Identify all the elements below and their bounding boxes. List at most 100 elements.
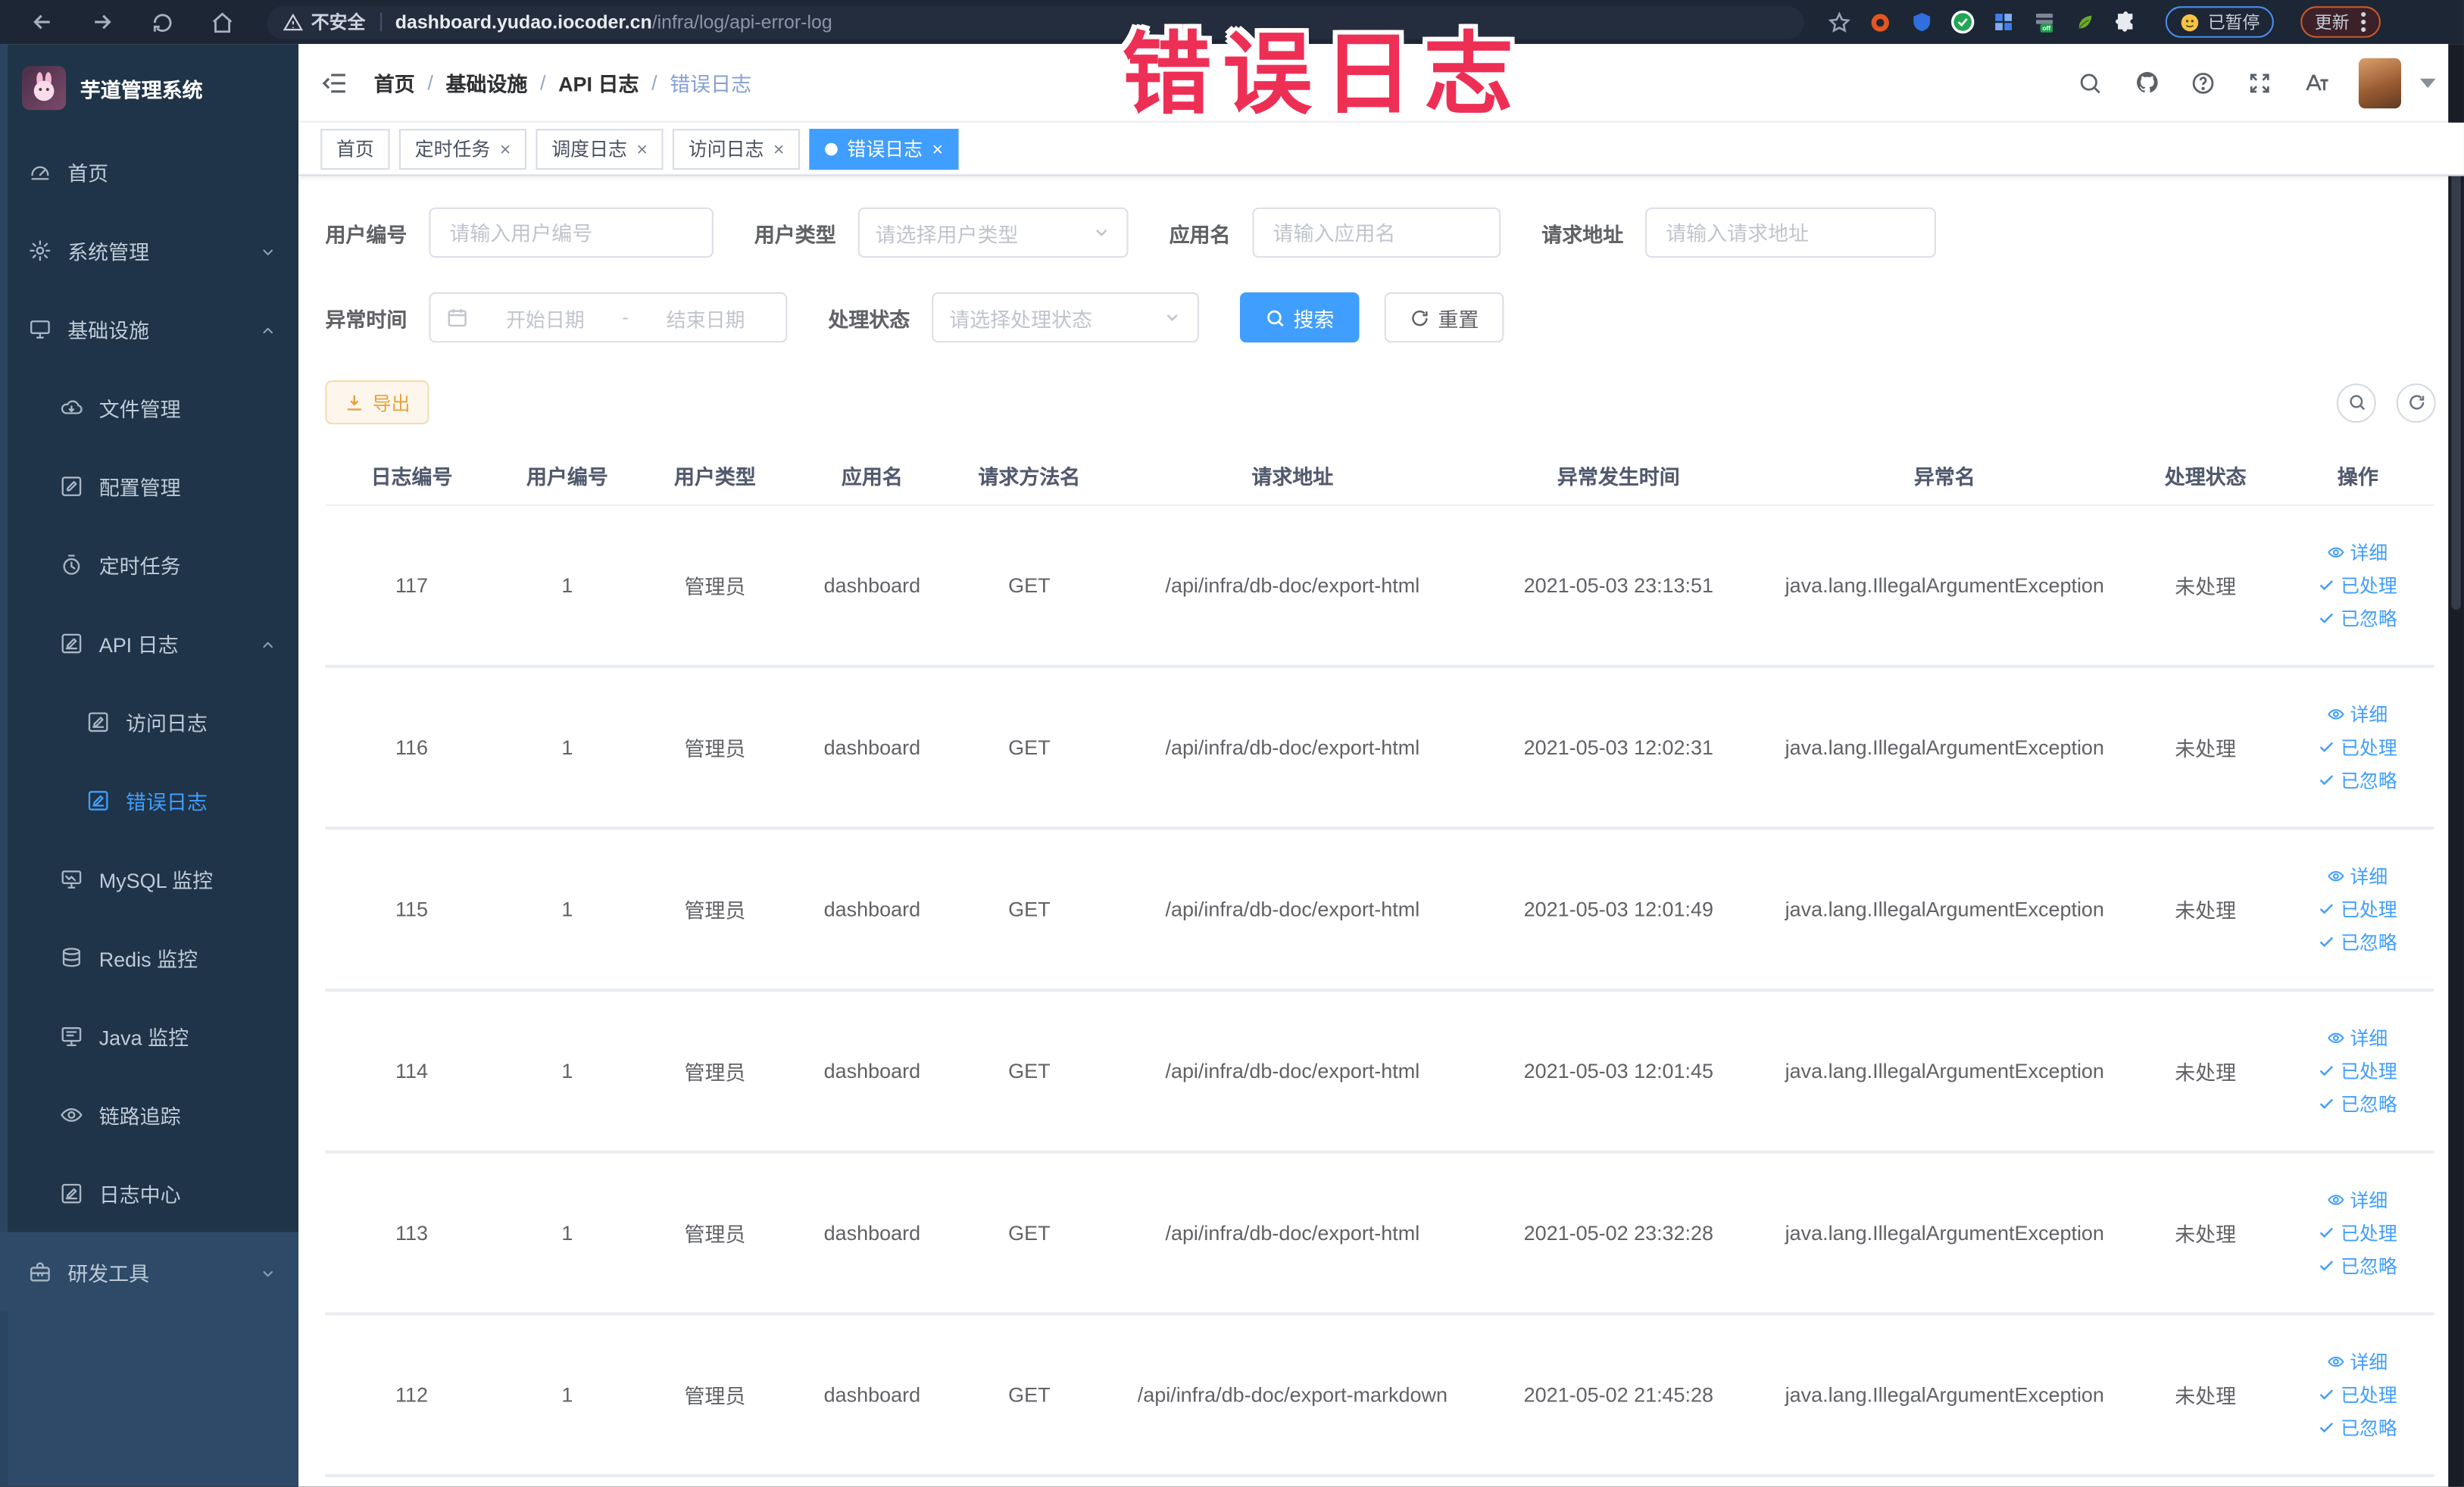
browser-update-button[interactable]: 更新 (2300, 6, 2381, 38)
avatar-caret-down-icon[interactable] (2419, 77, 2436, 88)
breadcrumb-api-log[interactable]: API 日志 (558, 67, 639, 97)
bookmark-star-icon[interactable] (1826, 8, 1853, 35)
kebab-menu-icon[interactable] (2360, 11, 2366, 33)
tab-home[interactable]: 首页 (320, 128, 390, 170)
action-processed-link[interactable]: 已处理 (2319, 1382, 2397, 1408)
tab-close-icon[interactable]: × (500, 139, 511, 158)
sidebar-item-redis[interactable]: Redis 监控 (0, 918, 298, 997)
toggle-search-button[interactable] (2336, 383, 2376, 423)
app-logo[interactable]: 芋道管理系统 (0, 44, 298, 132)
action-ignored-link[interactable]: 已忽略 (2319, 767, 2397, 793)
cell-userId: 1 (561, 735, 573, 760)
action-ignored-link[interactable]: 已忽略 (2319, 605, 2397, 632)
action-detail-link[interactable]: 详细 (2328, 1186, 2387, 1213)
action-detail-link[interactable]: 详细 (2328, 701, 2387, 727)
extension-ublock-icon[interactable] (1867, 8, 1894, 35)
github-icon[interactable] (2132, 68, 2160, 96)
action-processed-link[interactable]: 已处理 (2319, 734, 2397, 761)
action-detail-link[interactable]: 详细 (2328, 1025, 2387, 1051)
tab-close-icon[interactable]: × (636, 139, 648, 158)
sidebar-item-error-log[interactable]: 错误日志 (0, 761, 298, 839)
sidebar-item-access-log[interactable]: 访问日志 (0, 682, 298, 761)
search-button[interactable]: 搜索 (1239, 292, 1360, 343)
tab-job-log[interactable]: 调度日志 × (536, 128, 664, 170)
action-processed-link[interactable]: 已处理 (2319, 572, 2397, 598)
help-docs-icon[interactable] (2189, 68, 2217, 96)
action-detail-link[interactable]: 详细 (2328, 539, 2387, 566)
sidebar-item-config[interactable]: 配置管理 (0, 446, 298, 525)
browser-forward-icon[interactable] (85, 5, 120, 39)
sidebar-item-file[interactable]: 文件管理 (0, 367, 298, 446)
extension-shield-icon[interactable] (1908, 8, 1935, 35)
extension-grid-icon[interactable] (1989, 8, 2016, 35)
action-label: 已忽略 (2341, 1417, 2397, 1440)
action-ignored-link[interactable]: 已忽略 (2319, 1252, 2397, 1279)
app-name-input[interactable] (1252, 207, 1501, 258)
action-ignored-link[interactable]: 已忽略 (2319, 1414, 2397, 1441)
sidebar-item-log-center[interactable]: 日志中心 (0, 1154, 298, 1232)
font-size-icon[interactable] (2302, 68, 2330, 96)
action-processed-link[interactable]: 已处理 (2319, 1220, 2397, 1246)
action-detail-link[interactable]: 详细 (2328, 1348, 2387, 1375)
user-id-input[interactable] (429, 207, 714, 258)
column-header-method: 请求方法名 (978, 465, 1081, 489)
extension-puzzle-icon[interactable] (2112, 8, 2138, 35)
toolbox-icon (28, 1260, 52, 1283)
table-header-row: 日志编号 用户编号 用户类型 应用名 请求方法名 请求地址 异常发生时间 异常名 处理状态 操作 (325, 446, 2434, 507)
action-ignored-link[interactable]: 已忽略 (2319, 929, 2397, 955)
breadcrumb-home[interactable]: 首页 (374, 67, 415, 97)
sidebar-item-job[interactable]: 定时任务 (0, 525, 298, 604)
export-button[interactable]: 导出 (325, 380, 429, 425)
sidebar-item-system[interactable]: 系统管理 (0, 211, 298, 289)
check-icon (2319, 772, 2336, 789)
fullscreen-icon[interactable] (2246, 68, 2274, 96)
sidebar-item-mysql[interactable]: MySQL 监控 (0, 839, 298, 918)
browser-back-icon[interactable] (25, 5, 60, 39)
sidebar-item-trace[interactable]: 链路追踪 (0, 1075, 298, 1154)
sidebar-item-dev-tool[interactable]: 研发工具 (0, 1232, 299, 1311)
tab-access-log[interactable]: 访问日志 × (673, 128, 801, 170)
tab-close-icon[interactable]: × (773, 139, 785, 158)
column-header-appName: 应用名 (841, 465, 903, 489)
breadcrumb-infra[interactable]: 基础设施 (445, 67, 527, 97)
refresh-table-button[interactable] (2396, 383, 2436, 423)
tab-error-log[interactable]: 错误日志 × (809, 128, 959, 170)
cell-status: 未处理 (2175, 898, 2237, 923)
browser-reload-icon[interactable] (145, 5, 180, 39)
scrollbar-thumb[interactable] (2451, 138, 2461, 610)
not-secure-badge[interactable]: 不安全 (283, 9, 365, 34)
tab-close-icon[interactable]: × (932, 139, 943, 158)
extension-green-check-icon[interactable] (1949, 8, 1975, 35)
extension-off-badge-icon[interactable]: off (2030, 8, 2056, 35)
action-ignored-link[interactable]: 已忽略 (2319, 1091, 2397, 1117)
action-label: 已处理 (2341, 898, 2397, 921)
user-type-select[interactable]: 请选择用户类型 (857, 207, 1129, 258)
header-search-icon[interactable] (2076, 68, 2104, 96)
profile-paused-chip[interactable]: 已暂停 (2165, 6, 2274, 38)
action-label: 详细 (2350, 704, 2388, 726)
process-status-select[interactable]: 请选择处理状态 (932, 292, 1199, 343)
action-detail-link[interactable]: 详细 (2328, 863, 2387, 889)
breadcrumb-separator: / (651, 70, 657, 95)
address-bar[interactable]: 不安全 dashboard.yudao.iocoder.cn/infra/log… (267, 5, 1804, 39)
action-processed-link[interactable]: 已处理 (2319, 896, 2397, 923)
page-scrollbar[interactable] (2448, 44, 2464, 1487)
cell-id: 115 (395, 897, 429, 921)
tab-job[interactable]: 定时任务 × (398, 128, 527, 170)
extension-leaf-icon[interactable] (2071, 8, 2097, 35)
request-url-input[interactable] (1645, 207, 1937, 258)
browser-home-icon[interactable] (205, 5, 239, 39)
sidebar-item-java[interactable]: Java 监控 (0, 996, 298, 1075)
reset-button[interactable]: 重置 (1384, 292, 1504, 343)
sidebar-item-api-log[interactable]: API 日志 (0, 604, 298, 683)
user-avatar[interactable] (2358, 57, 2401, 108)
action-processed-link[interactable]: 已处理 (2319, 1057, 2397, 1084)
check-icon (2319, 1386, 2336, 1404)
sidebar-item-home[interactable]: 首页 (0, 132, 298, 211)
breadcrumb-separator: / (539, 70, 546, 95)
action-label: 已处理 (2341, 1061, 2397, 1083)
sidebar-collapse-icon[interactable] (320, 68, 348, 96)
exception-time-range-picker[interactable]: 开始日期 - 结束日期 (429, 292, 788, 343)
screen: 不安全 dashboard.yudao.iocoder.cn/infra/log… (0, 0, 2464, 1487)
sidebar-item-infra[interactable]: 基础设施 (0, 289, 298, 368)
